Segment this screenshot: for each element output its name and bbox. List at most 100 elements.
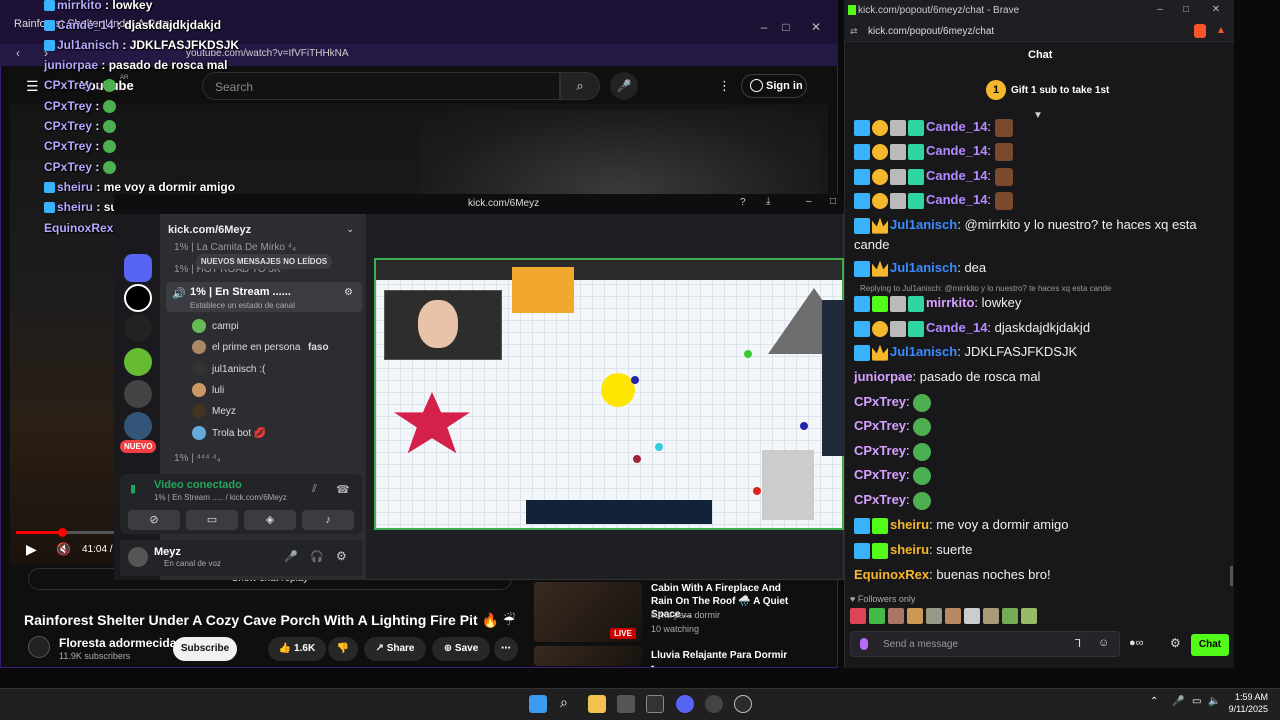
voice-member[interactable]: jul1anisch :(	[212, 364, 265, 375]
server-icon[interactable]	[124, 412, 152, 440]
minimize-icon[interactable]: –	[806, 196, 812, 207]
chat-username[interactable]: Jul1anisch	[890, 260, 957, 275]
emote-icon[interactable]	[850, 608, 866, 624]
minimize-icon[interactable]: –	[1150, 4, 1170, 15]
kick-url[interactable]: kick.com/popout/6meyz/chat	[868, 26, 994, 37]
chat-message[interactable]: CPxTrey:	[854, 416, 1226, 436]
app-icon[interactable]	[646, 695, 664, 713]
avatar[interactable]	[128, 547, 148, 567]
dislike-button[interactable]: 👎	[328, 637, 358, 661]
chat-message[interactable]: Jul1anisch: dea	[854, 258, 1226, 278]
windows-start-icon[interactable]	[529, 695, 547, 713]
close-icon[interactable]: ✕	[806, 20, 826, 34]
reply-context[interactable]: Replying to Jul1anisch: @mirrkito y lo n…	[860, 284, 1111, 293]
chat-username[interactable]: Cande_14	[926, 119, 987, 134]
chevron-down-icon[interactable]: ⌄	[346, 224, 354, 235]
chat-username[interactable]: mirrkito	[926, 295, 974, 310]
mute-icon[interactable]: 🔇	[56, 542, 71, 556]
chat-username[interactable]: CPxTrey	[854, 394, 906, 409]
emote-quick-bar[interactable]	[850, 608, 1040, 624]
gear-icon[interactable]: ⚙	[344, 287, 353, 298]
play-icon[interactable]: ▶	[26, 541, 37, 558]
server-icon[interactable]	[124, 284, 152, 312]
search-icon[interactable]: ⌕	[560, 694, 568, 711]
more-actions-button[interactable]: ⋯	[494, 637, 518, 661]
translate-icon[interactable]: Ꞁ	[1075, 637, 1081, 650]
chat-message[interactable]: CPxTrey:	[854, 392, 1226, 412]
maximize-icon[interactable]: □	[1176, 4, 1196, 15]
voice-member[interactable]: luli	[212, 385, 224, 396]
send-chat-button[interactable]: Chat	[1191, 634, 1229, 656]
emote-icon[interactable]	[964, 608, 980, 624]
emote-icon[interactable]	[907, 608, 923, 624]
chevron-up-icon[interactable]: ⌃	[1150, 696, 1158, 707]
voice-channel[interactable]: 1% | ⁴⁴⁴ ⁴₄	[174, 453, 221, 464]
recommendation-channel[interactable]: lluvia para dormir	[651, 610, 720, 620]
chat-username[interactable]: CPxTrey	[854, 467, 906, 482]
progress-scrubber[interactable]	[58, 528, 67, 537]
emote-icon[interactable]	[926, 608, 942, 624]
emote-icon[interactable]	[983, 608, 999, 624]
channel-avatar[interactable]	[28, 636, 50, 658]
chat-message[interactable]: CPxTrey:	[854, 441, 1226, 461]
brave-shield-icon[interactable]	[1194, 24, 1206, 38]
recommendation-title[interactable]: Lluvia Relajante Para Dormir -	[651, 650, 791, 672]
save-button[interactable]: ⊕ Save	[432, 637, 490, 661]
help-icon[interactable]: ?	[740, 197, 746, 208]
chat-username[interactable]: CPxTrey	[854, 492, 906, 507]
clock-time[interactable]: 1:59 AM	[1232, 692, 1268, 702]
chat-message[interactable]: Cande_14:	[854, 190, 1226, 210]
emote-icon[interactable]	[945, 608, 961, 624]
channel-name[interactable]: Floresta adormecida	[59, 636, 176, 650]
server-icon[interactable]	[124, 380, 152, 408]
youtube-search-input[interactable]: Search	[202, 72, 560, 100]
chat-message[interactable]: Cande_14: djaskdajdkjdakjd	[854, 318, 1226, 338]
chat-message[interactable]: Cande_14:	[854, 166, 1226, 186]
more-vertical-icon[interactable]: ⋮	[718, 78, 731, 94]
headphones-icon[interactable]: 🎧	[310, 550, 324, 563]
emote-icon[interactable]	[869, 608, 885, 624]
gift-rank-badge[interactable]: 1	[986, 80, 1006, 100]
chat-message[interactable]: sheiru: me voy a dormir amigo	[854, 515, 1226, 535]
gift-sub-leaderboard[interactable]: Gift 1 sub to take 1st	[1011, 85, 1109, 96]
chat-username[interactable]: juniorpae	[854, 369, 913, 384]
chat-identity-icon[interactable]: ●∞	[1129, 637, 1144, 649]
server-icon[interactable]	[124, 314, 152, 342]
brave-rewards-icon[interactable]: ▲	[1216, 25, 1226, 36]
chat-username[interactable]: Cande_14	[926, 168, 987, 183]
discord-icon[interactable]	[676, 695, 694, 713]
back-icon[interactable]: ‹	[16, 46, 20, 60]
volume-icon[interactable]: 🔈	[1208, 696, 1220, 707]
site-settings-icon[interactable]: ⇄	[850, 26, 858, 37]
chat-username[interactable]: EquinoxRex	[854, 567, 929, 582]
chat-message[interactable]: Jul1anisch: JDKLFASJFKDSJK	[854, 342, 1226, 362]
noise-suppression-icon[interactable]: ⫽	[312, 483, 317, 496]
search-icon[interactable]: ⌕	[560, 72, 600, 100]
screen-share-icon[interactable]: ▭	[186, 510, 238, 530]
chat-username[interactable]: Jul1anisch	[890, 344, 957, 359]
subscribe-button[interactable]: Subscribe	[173, 637, 237, 661]
maximize-icon[interactable]: □	[776, 20, 796, 34]
emote-icon[interactable]	[1021, 608, 1037, 624]
new-messages-banner[interactable]: NUEVOS MENSAJES NO LEÍDOS	[196, 254, 332, 269]
user-name[interactable]: Meyz	[154, 546, 181, 558]
soundboard-icon[interactable]: ♪	[302, 510, 354, 530]
store-icon[interactable]	[617, 695, 635, 713]
scrollbar[interactable]	[1230, 566, 1233, 586]
file-explorer-icon[interactable]	[588, 695, 606, 713]
maximize-icon[interactable]: □	[830, 196, 836, 207]
download-icon[interactable]: ⤓	[766, 196, 770, 207]
chat-username[interactable]: Cande_14	[926, 192, 987, 207]
gear-icon[interactable]: ⚙	[1170, 636, 1181, 650]
voice-status-sub[interactable]: 1% | En Stream ..... / kick.com/6Meyz	[154, 493, 287, 502]
voice-member[interactable]: campi	[212, 321, 239, 332]
microphone-icon[interactable]: 🎤	[284, 550, 298, 563]
server-icon[interactable]	[124, 348, 152, 376]
chat-message[interactable]: CPxTrey:	[854, 490, 1226, 510]
obs-icon[interactable]	[705, 695, 723, 713]
chat-message[interactable]: Cande_14:	[854, 141, 1226, 161]
chat-message[interactable]: sheiru: suerte	[854, 540, 1226, 560]
microphone-icon[interactable]: 🎤	[610, 72, 638, 100]
server-name[interactable]: kick.com/6Meyz	[168, 224, 251, 236]
camera-off-icon[interactable]: ⊘	[128, 510, 180, 530]
